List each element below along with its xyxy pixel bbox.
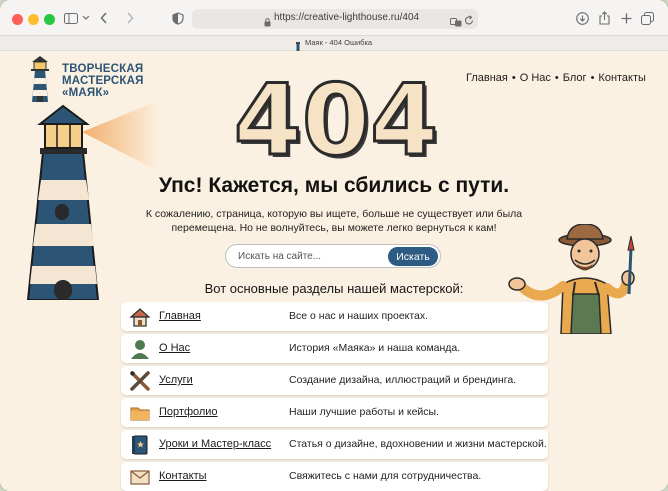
nav-separator: • [511, 72, 516, 84]
error-message-line: К сожалению, страница, которую вы ищете,… [145, 208, 523, 220]
book-icon [132, 435, 148, 455]
nav-item-about[interactable]: О Нас [520, 72, 551, 84]
logo-line: «МАЯК» [62, 87, 110, 99]
section-row-about[interactable]: О Нас История «Маяка» и наша команда. [121, 334, 548, 363]
new-tab-icon[interactable] [619, 10, 633, 26]
lock-icon [264, 14, 271, 32]
section-link-contacts[interactable]: Контакты [159, 470, 207, 482]
download-icon[interactable] [575, 10, 589, 26]
shield-icon[interactable] [171, 10, 185, 26]
nav-item-blog[interactable]: Блог [563, 72, 587, 84]
lighthouse-illustration [26, 100, 160, 300]
back-icon[interactable] [98, 10, 110, 26]
address-bar[interactable]: https://creative-lighthouse.ru/404 [192, 9, 478, 29]
section-description: Свяжитесь с нами для сотрудничества. [289, 470, 482, 482]
section-row-contacts[interactable]: Контакты Свяжитесь с нами для сотрудниче… [121, 462, 548, 491]
section-description: История «Маяка» и наша команда. [289, 342, 461, 354]
section-row-lessons[interactable]: Уроки и Мастер-класс Статья о дизайне, в… [121, 430, 548, 459]
share-icon[interactable] [597, 10, 611, 26]
crossed-tools-icon [130, 371, 150, 391]
person-icon [131, 340, 149, 359]
section-link-portfolio[interactable]: Портфолио [159, 406, 218, 418]
section-link-lessons[interactable]: Уроки и Мастер-класс [159, 438, 271, 450]
nav-item-home[interactable]: Главная [466, 72, 508, 84]
close-window-button[interactable] [12, 14, 23, 25]
tab-title[interactable]: Маяк - 404 Ошибка [305, 38, 372, 47]
logo-lighthouse-icon[interactable] [26, 56, 54, 104]
section-link-about[interactable]: О Нас [159, 342, 190, 354]
error-code: 404 404 [232, 66, 441, 166]
nav-separator: • [554, 72, 559, 84]
sections-list: Главная Все о нас и наших проектах. О На… [121, 302, 548, 491]
section-description: Все о нас и наших проектах. [289, 310, 429, 322]
url-text: https://creative-lighthouse.ru/404 [274, 12, 420, 23]
translate-icon[interactable] [450, 14, 462, 32]
tab-strip: Маяк - 404 Ошибка [0, 36, 668, 51]
browser-toolbar: https://creative-lighthouse.ru/404 [0, 0, 668, 36]
tab-overview-icon[interactable] [640, 10, 654, 26]
section-link-home[interactable]: Главная [159, 310, 201, 322]
folder-icon [130, 407, 150, 421]
logo-text[interactable]: ТВОРЧЕСКАЯ МАСТЕРСКАЯ «МАЯК» [62, 63, 144, 99]
nav-item-contacts[interactable]: Контакты [598, 72, 646, 84]
sidebar-icon[interactable] [62, 10, 80, 26]
minimize-window-button[interactable] [28, 14, 39, 25]
envelope-icon [130, 470, 150, 485]
section-row-portfolio[interactable]: Портфолио Наши лучшие работы и кейсы. [121, 398, 548, 427]
search-form: Искать [225, 244, 441, 268]
house-icon [129, 308, 151, 327]
section-row-home[interactable]: Главная Все о нас и наших проектах. [121, 302, 548, 331]
sections-title: Вот основные разделы нашей мастерской: [204, 281, 464, 296]
logo-line: МАСТЕРСКАЯ [62, 75, 144, 87]
nav-separator: • [590, 72, 595, 84]
section-link-services[interactable]: Услуги [159, 374, 193, 386]
search-button[interactable]: Искать [388, 247, 438, 266]
page-title: Упс! Кажется, мы сбились с пути. [158, 174, 510, 197]
browser-window: https://creative-lighthouse.ru/404 Маяк … [0, 0, 668, 491]
section-description: Статья о дизайне, вдохновении и жизни ма… [289, 438, 547, 450]
main-nav: Главная • О Нас • Блог • Контакты [466, 72, 646, 84]
section-description: Создание дизайна, иллюстраций и брендинг… [289, 374, 517, 386]
section-description: Наши лучшие работы и кейсы. [289, 406, 440, 418]
zoom-window-button[interactable] [44, 14, 55, 25]
logo-line: ТВОРЧЕСКАЯ [62, 63, 144, 75]
search-input[interactable] [238, 249, 378, 264]
page-content: ТВОРЧЕСКАЯ МАСТЕРСКАЯ «МАЯК» Главная • О… [0, 52, 668, 491]
section-row-services[interactable]: Услуги Создание дизайна, иллюстраций и б… [121, 366, 548, 395]
svg-text:404: 404 [234, 66, 439, 166]
chevron-down-icon[interactable] [81, 10, 91, 26]
reload-icon[interactable] [464, 13, 474, 31]
forward-icon[interactable] [124, 10, 136, 26]
